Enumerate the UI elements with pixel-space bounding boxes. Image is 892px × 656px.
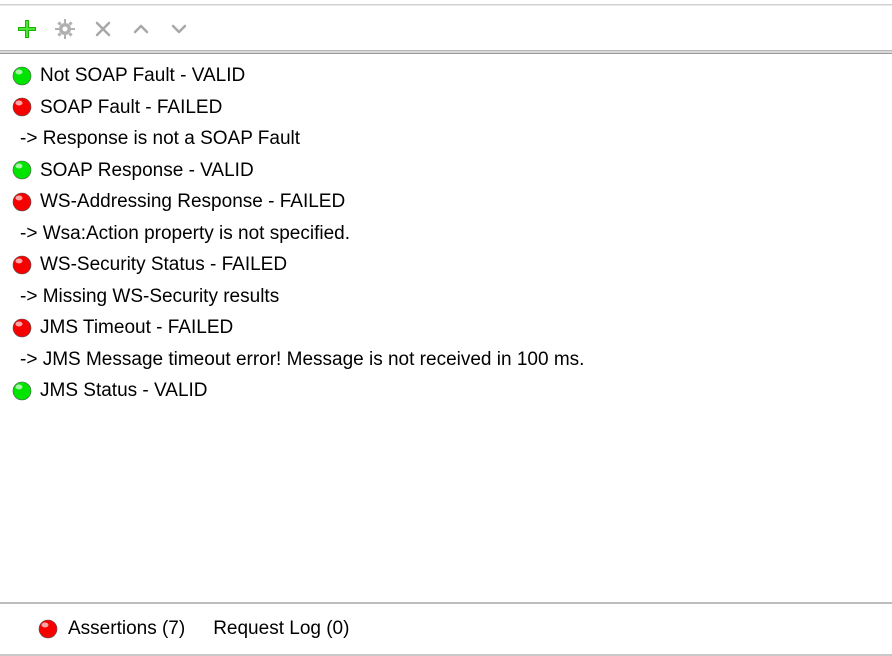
tab-request-log-label: Request Log (0) (213, 618, 349, 640)
chevron-down-icon (171, 22, 187, 36)
assertion-label: WS-Addressing Response - FAILED (40, 188, 345, 216)
status-orb (38, 619, 58, 639)
remove-icon (95, 21, 111, 37)
assertion-detail: -> JMS Message timeout error! Message is… (8, 344, 884, 376)
move-up-button[interactable] (130, 18, 152, 40)
status-orb-failed (12, 318, 32, 338)
assertion-row[interactable]: JMS Timeout - FAILED (8, 312, 884, 344)
status-orb-valid (12, 66, 32, 86)
settings-button[interactable] (54, 18, 76, 40)
tab-bar: Assertions (7) Request Log (0) (0, 604, 892, 656)
assertion-detail: -> Missing WS-Security results (8, 281, 884, 313)
status-orb-valid (12, 381, 32, 401)
assertion-label: SOAP Fault - FAILED (40, 94, 222, 122)
status-orb-failed (12, 97, 32, 117)
assertion-label: WS-Security Status - FAILED (40, 251, 287, 279)
gear-icon (55, 19, 75, 39)
chevron-up-icon (133, 22, 149, 36)
assertion-row[interactable]: SOAP Response - VALID (8, 155, 884, 187)
move-down-button[interactable] (168, 18, 190, 40)
status-orb-failed (12, 255, 32, 275)
assertion-label: Not SOAP Fault - VALID (40, 62, 245, 90)
assertion-row[interactable]: SOAP Fault - FAILED (8, 92, 884, 124)
add-icon (17, 19, 37, 39)
toolbar (0, 6, 892, 50)
status-orb-valid (12, 160, 32, 180)
assertion-label: JMS Timeout - FAILED (40, 314, 233, 342)
assertion-row[interactable]: WS-Security Status - FAILED (8, 249, 884, 281)
status-orb-failed (12, 192, 32, 212)
remove-button[interactable] (92, 18, 114, 40)
assertion-row[interactable]: Not SOAP Fault - VALID (8, 60, 884, 92)
assertion-label: JMS Status - VALID (40, 377, 208, 405)
assertion-list: Not SOAP Fault - VALID SOAP Fault - FAILE… (0, 54, 892, 604)
add-button[interactable] (16, 18, 38, 40)
assertion-row[interactable]: JMS Status - VALID (8, 375, 884, 407)
tab-request-log[interactable]: Request Log (0) (213, 618, 349, 640)
tab-assertions-label: Assertions (7) (68, 618, 185, 640)
assertion-detail: -> Wsa:Action property is not specified. (8, 218, 884, 250)
assertion-label: SOAP Response - VALID (40, 157, 254, 185)
assertion-row[interactable]: WS-Addressing Response - FAILED (8, 186, 884, 218)
tab-assertions[interactable]: Assertions (7) (38, 618, 185, 640)
assertion-detail: -> Response is not a SOAP Fault (8, 123, 884, 155)
